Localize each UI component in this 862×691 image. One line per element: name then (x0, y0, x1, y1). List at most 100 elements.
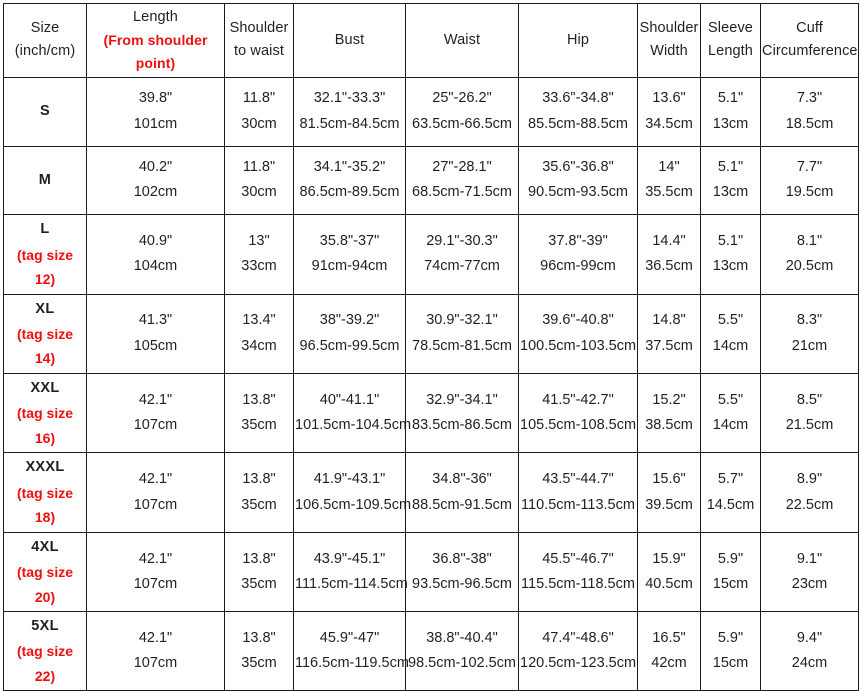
tag-size-label: (tag size 18) (16, 484, 73, 526)
bust-inches: 32.1"-33.3" (313, 90, 386, 107)
bust-cm: 96.5cm-99.5cm (299, 337, 400, 354)
table-body: S 39.8" 101cm 11.8" 30cm 32.1"-33.3" 81.5cm-84… (3, 76, 859, 691)
cell-size: 5XL (tag size 22) (3, 611, 87, 691)
bust-inches: 43.9"-45.1" (313, 550, 386, 567)
size-label: L (40, 221, 50, 238)
cuff-circumference-cm: 21.5cm (785, 417, 834, 434)
bust-cm: 111.5cm-114.5cm (295, 575, 408, 592)
column-header-cuff-line1: Cuff (796, 19, 823, 36)
table-row: XL (tag size 14) 41.3" 105cm 13.4" 34cm 38"-39… (3, 293, 859, 374)
column-header-shoulder-width-line1: Shoulder (639, 19, 699, 36)
cell-waist: 29.1"-30.3" 74cm-77cm (405, 214, 519, 295)
column-header-sleeve-length-line1: Sleeve (708, 19, 753, 36)
cell-sleeve-length: 5.7" 14.5cm (700, 452, 761, 533)
length-inches: 41.3" (138, 312, 173, 329)
cell-size: 4XL (tag size 20) (3, 531, 87, 613)
hip-cm: 85.5cm-88.5cm (528, 115, 628, 132)
hip-cm: 110.5cm-113.5cm (521, 496, 635, 513)
shoulder-to-waist-inches: 11.8" (242, 90, 276, 107)
tag-size-label: (tag size 14) (16, 325, 73, 367)
cell-length: 41.3" 105cm (86, 293, 225, 374)
column-header-cuff-line2: Circumference (762, 43, 858, 60)
waist-cm: 88.5cm-91.5cm (412, 496, 512, 513)
column-header-size-line2: (inch/cm) (14, 43, 76, 60)
shoulder-to-waist-inches: 13.4" (242, 312, 276, 329)
sleeve-length-cm: 15cm (712, 575, 749, 592)
table-row: L (tag size 12) 40.9" 104cm 13" 33cm 35.8"-37"… (3, 214, 859, 295)
tag-size-label: (tag size 20) (16, 564, 73, 605)
column-header-size-line1: Size (30, 19, 60, 36)
waist-cm: 68.5cm-71.5cm (412, 184, 512, 201)
column-header-waist: Waist (405, 3, 519, 78)
shoulder-to-waist-cm: 33cm (241, 258, 277, 275)
cell-length: 42.1" 107cm (86, 452, 225, 533)
cell-size: XL (tag size 14) (3, 293, 87, 374)
sleeve-length-cm: 14.5cm (706, 496, 755, 513)
shoulder-to-waist-inches: 13.8" (242, 550, 276, 567)
waist-inches: 25"-26.2" (432, 90, 492, 107)
column-header-length-line1: Length (133, 9, 178, 25)
shoulder-to-waist-inches: 13.8" (242, 471, 276, 488)
sleeve-length-cm: 14cm (712, 417, 749, 434)
table-row: S 39.8" 101cm 11.8" 30cm 32.1"-33.3" 81.5cm-84… (3, 76, 859, 147)
cuff-circumference-cm: 22.5cm (785, 496, 834, 513)
column-header-cuff-circumference: Cuff Circumference (760, 3, 859, 78)
table-row: 5XL (tag size 22) 42.1" 107cm 13.8" 35cm 45.9"… (3, 611, 859, 691)
column-header-shoulder-to-waist-line2: to waist (234, 43, 284, 60)
bust-cm: 91cm-94cm (311, 258, 388, 275)
cell-shoulder-to-waist: 11.8" 30cm (224, 145, 294, 216)
sleeve-length-cm: 14cm (712, 337, 749, 354)
hip-inches: 41.5"-42.7" (542, 391, 614, 408)
bust-inches: 35.8"-37" (319, 233, 380, 250)
cuff-circumference-inches: 9.1" (796, 550, 823, 567)
cell-shoulder-to-waist: 13.4" 34cm (224, 293, 294, 374)
hip-cm: 96cm-99cm (540, 258, 616, 275)
bust-cm: 106.5cm-109.5cm (295, 496, 412, 513)
cell-bust: 35.8"-37" 91cm-94cm (293, 214, 406, 295)
sleeve-length-inches: 5.9" (717, 629, 744, 646)
table-row: M 40.2" 102cm 11.8" 30cm 34.1"-35.2" 86.5cm-89… (3, 145, 859, 216)
shoulder-width-inches: 16.5" (652, 629, 686, 646)
column-header-hip-label: Hip (566, 31, 590, 48)
bust-inches: 40"-41.1" (319, 391, 380, 408)
column-header-sleeve-length-line2: Length (708, 43, 753, 60)
waist-inches: 36.8"-38" (432, 550, 492, 567)
shoulder-width-inches: 15.2" (652, 391, 686, 408)
hip-inches: 37.8"-39" (548, 233, 608, 250)
cuff-circumference-cm: 18.5cm (785, 115, 834, 132)
cell-shoulder-width: 13.6" 34.5cm (637, 76, 701, 147)
length-cm: 107cm (133, 417, 178, 434)
shoulder-to-waist-cm: 34cm (241, 337, 277, 354)
table-row: 4XL (tag size 20) 42.1" 107cm 13.8" 35cm 43.9"… (3, 531, 859, 613)
cuff-circumference-inches: 7.7" (796, 158, 823, 175)
shoulder-width-inches: 14.8" (652, 312, 686, 329)
waist-inches: 34.8"-36" (432, 471, 492, 488)
header-row: Size (inch/cm) Length (From shoulder poi… (3, 3, 859, 78)
shoulder-to-waist-inches: 13" (248, 233, 270, 250)
cell-length: 40.9" 104cm (86, 214, 225, 295)
column-header-bust: Bust (293, 3, 406, 78)
size-label: 5XL (31, 618, 59, 635)
cell-shoulder-to-waist: 13.8" 35cm (224, 452, 294, 533)
cell-shoulder-width: 14" 35.5cm (637, 145, 701, 216)
cell-waist: 32.9"-34.1" 83.5cm-86.5cm (405, 372, 519, 454)
cuff-circumference-inches: 8.3" (796, 312, 823, 329)
length-inches: 42.1" (138, 550, 173, 567)
cell-hip: 33.6"-34.8" 85.5cm-88.5cm (518, 76, 638, 147)
cell-shoulder-to-waist: 13.8" 35cm (224, 531, 294, 613)
cell-shoulder-width: 14.4" 36.5cm (637, 214, 701, 295)
sleeve-length-cm: 13cm (712, 258, 749, 275)
length-inches: 39.8" (138, 90, 173, 107)
cell-bust: 45.9"-47" 116.5cm-119.5cm (293, 611, 409, 691)
cell-bust: 32.1"-33.3" 81.5cm-84.5cm (293, 76, 406, 147)
cell-bust: 40"-41.1" 101.5cm-104.5cm (293, 372, 411, 454)
cuff-circumference-inches: 7.3" (796, 90, 823, 107)
cell-sleeve-length: 5.1" 13cm (700, 145, 761, 216)
column-header-sleeve-length: Sleeve Length (700, 3, 761, 78)
sleeve-length-inches: 5.7" (717, 471, 744, 488)
cell-waist: 36.8"-38" 93.5cm-96.5cm (405, 531, 519, 613)
cell-size: M (3, 145, 87, 216)
cell-size: XXL (tag size 16) (3, 372, 87, 454)
cell-sleeve-length: 5.1" 13cm (700, 214, 761, 295)
waist-inches: 30.9"-32.1" (426, 312, 498, 329)
